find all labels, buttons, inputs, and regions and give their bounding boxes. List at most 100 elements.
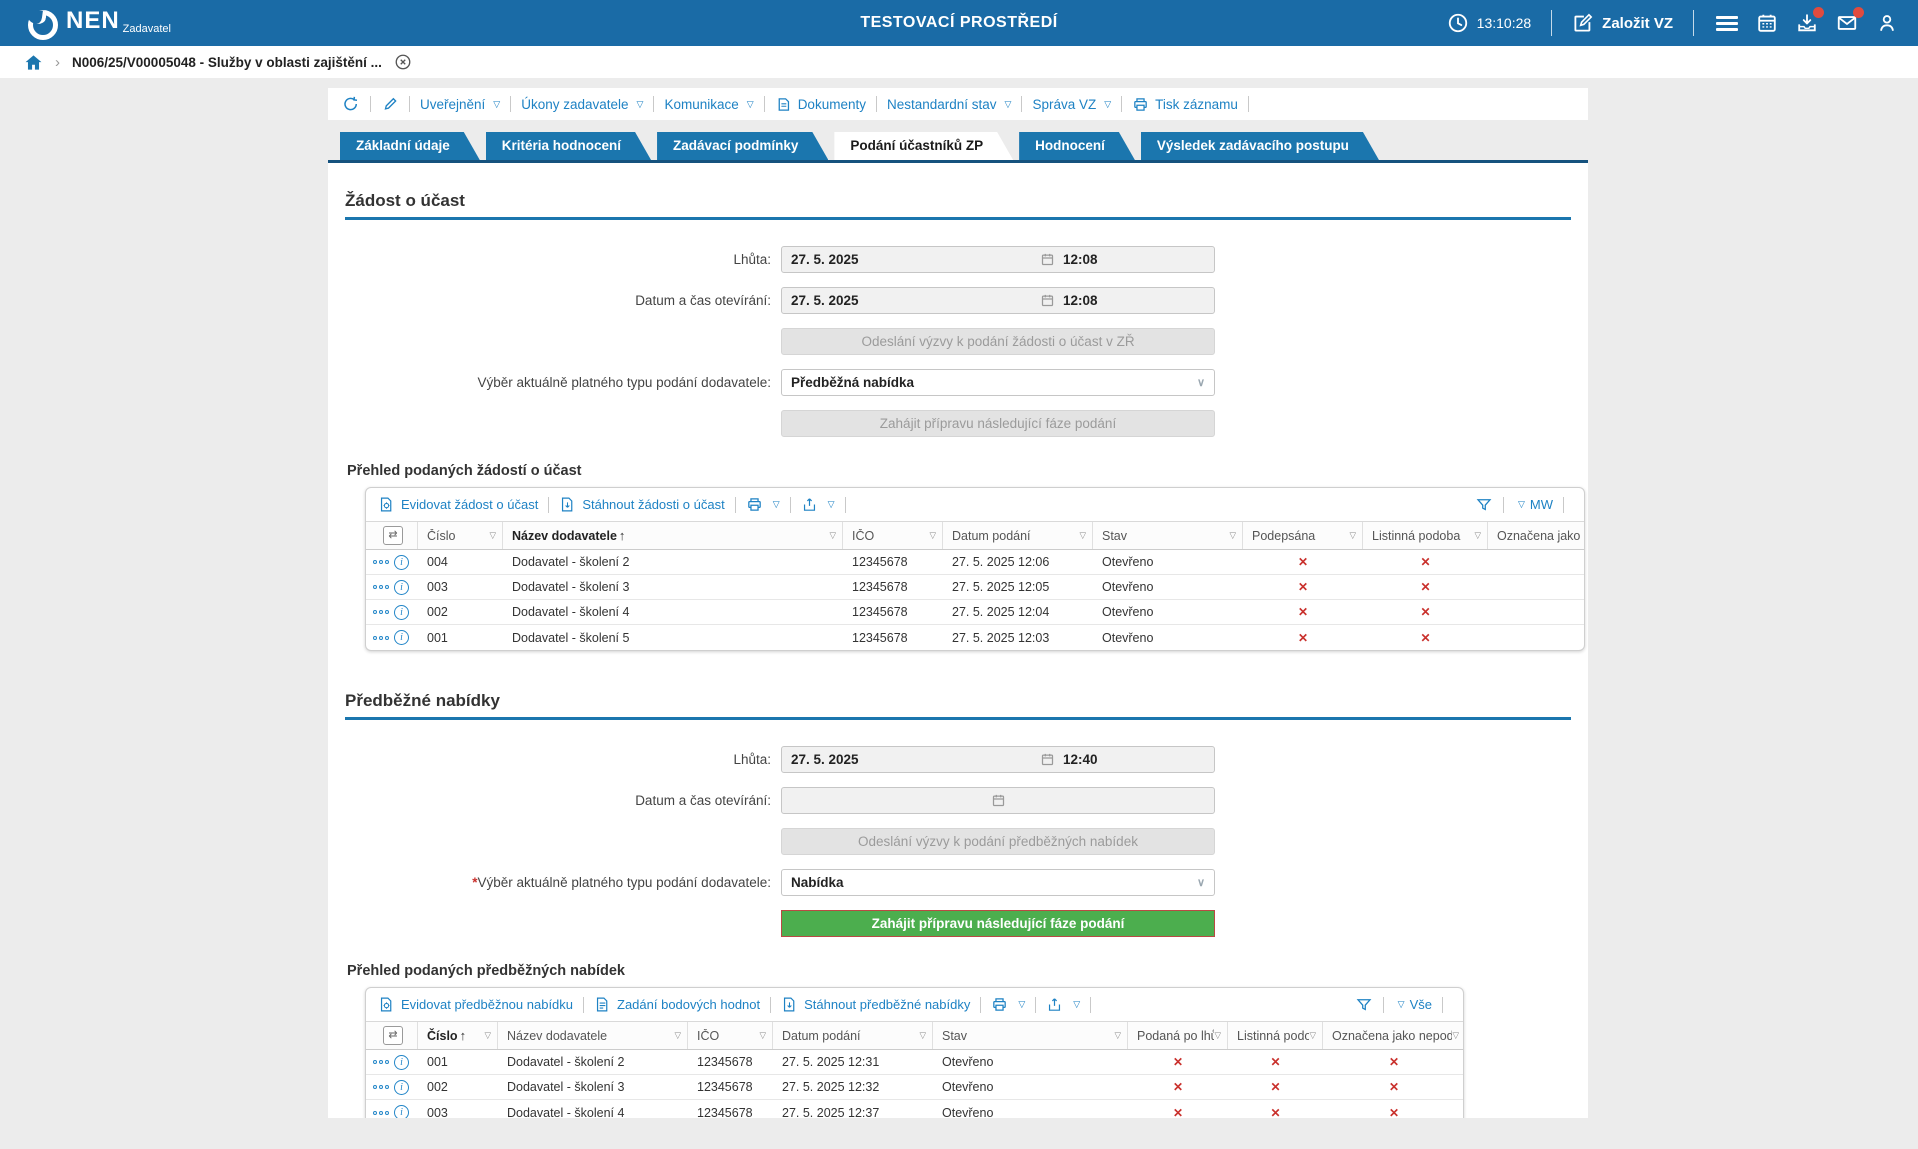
col-ico[interactable]: IČO▽ (688, 1022, 773, 1049)
column-filter-icon[interactable]: ▽ (919, 1030, 926, 1041)
inbox-button[interactable] (1794, 10, 1820, 36)
home-icon[interactable] (24, 53, 43, 72)
column-filter-icon[interactable]: ▽ (1452, 1030, 1459, 1041)
info-icon[interactable]: i (394, 1080, 409, 1095)
menu-ukony-zadavatele[interactable]: Úkony zadavatele▽ (521, 97, 643, 112)
stahnout-zadosti-button[interactable]: Stáhnout žádosti o účast (559, 496, 724, 513)
col-datum[interactable]: Datum podání▽ (943, 522, 1093, 549)
col-cislo[interactable]: Číslo↑▽ (418, 1022, 498, 1049)
edit-record-icon[interactable] (381, 95, 399, 113)
table-row[interactable]: i 002 Dodavatel - školení 3 12345678 27.… (366, 1075, 1463, 1100)
menu-tisk-zaznamu[interactable]: Tisk záznamu (1132, 96, 1238, 113)
menu-button[interactable] (1714, 10, 1740, 36)
table-row[interactable]: i 003 Dodavatel - školení 4 12345678 27.… (366, 1100, 1463, 1118)
refresh-icon[interactable] (342, 95, 360, 113)
send-request-button[interactable]: Odeslání výzvy k podání předběžných nabí… (781, 828, 1215, 855)
col-datum[interactable]: Datum podání▽ (773, 1022, 933, 1049)
row-menu-icon[interactable] (373, 560, 389, 564)
column-filter-icon[interactable]: ▽ (1079, 530, 1086, 541)
column-filter-icon[interactable]: ▽ (484, 1030, 491, 1041)
col-listinna[interactable]: Listinná podoba▽ (1228, 1022, 1323, 1049)
submission-type-select[interactable]: Předběžná nabídka ∨ (781, 369, 1215, 396)
column-filter-icon[interactable]: ▽ (929, 530, 936, 541)
filter-icon[interactable] (1355, 996, 1373, 1014)
col-stav[interactable]: Stav▽ (933, 1022, 1128, 1049)
create-vz-button[interactable]: Založit VZ (1572, 12, 1673, 34)
export-table-button[interactable]: ▽ (801, 496, 835, 513)
tab-hodnoceni[interactable]: Hodnocení (1019, 132, 1135, 160)
chevron-down-icon[interactable]: ▽ (1398, 999, 1405, 1010)
view-selector[interactable]: Vše (1410, 997, 1432, 1012)
calendar-button[interactable] (1754, 10, 1780, 36)
col-stav[interactable]: Stav▽ (1093, 522, 1243, 549)
col-nazev[interactable]: Název dodavatele▽ (498, 1022, 688, 1049)
col-nazev[interactable]: Název dodavatele↑▽ (503, 522, 843, 549)
table-row[interactable]: i 001 Dodavatel - školení 2 12345678 27.… (366, 1050, 1463, 1075)
column-filter-icon[interactable]: ▽ (1229, 530, 1236, 541)
row-menu-icon[interactable] (373, 1085, 389, 1089)
oteviranidatum-field[interactable] (781, 787, 1215, 814)
col-oznacena[interactable]: Označena jako nepodaná (1488, 522, 1585, 549)
row-menu-icon[interactable] (373, 610, 389, 614)
view-selector[interactable]: MW (1530, 497, 1553, 512)
row-menu-icon[interactable] (373, 636, 389, 640)
start-next-phase-button[interactable]: Zahájit přípravu následující fáze podání (781, 910, 1215, 937)
table-row[interactable]: i 002 Dodavatel - školení 4 12345678 27.… (366, 600, 1584, 625)
col-oznacena[interactable]: Označena jako nepodaná▽ (1323, 1022, 1464, 1049)
info-icon[interactable]: i (394, 555, 409, 570)
row-menu-icon[interactable] (373, 1111, 389, 1115)
tab-podani-ucastniku[interactable]: Podání účastníků ZP (834, 132, 1013, 160)
table-row[interactable]: i 004 Dodavatel - školení 2 12345678 27.… (366, 550, 1584, 575)
user-button[interactable] (1874, 10, 1900, 36)
row-menu-icon[interactable] (373, 1060, 389, 1064)
table-row[interactable]: i 001 Dodavatel - školení 5 12345678 27.… (366, 625, 1584, 650)
column-filter-icon[interactable]: ▽ (674, 1030, 681, 1041)
tab-kriteria-hodnoceni[interactable]: Kritéria hodnocení (486, 132, 651, 160)
col-ico[interactable]: IČO▽ (843, 522, 943, 549)
print-table-button[interactable]: ▽ (991, 996, 1025, 1013)
close-tab-icon[interactable] (394, 53, 412, 71)
grid-settings-icon[interactable]: ⇄ (383, 1026, 403, 1045)
send-request-button[interactable]: Odeslání výzvy k podání žádosti o účast … (781, 328, 1215, 355)
menu-uverejneni[interactable]: Uveřejnění▽ (420, 97, 500, 112)
menu-komunikace[interactable]: Komunikace▽ (664, 97, 753, 112)
submission-type-select[interactable]: Nabídka ∨ (781, 869, 1215, 896)
col-cislo[interactable]: Číslo▽ (418, 522, 503, 549)
menu-sprava-vz[interactable]: Správa VZ▽ (1032, 97, 1111, 112)
oteviranidatum-field[interactable]: 27. 5. 2025 12:08 (781, 287, 1215, 314)
evidovat-zadost-button[interactable]: Evidovat žádost o účast (378, 496, 538, 513)
info-icon[interactable]: i (394, 630, 409, 645)
zadani-bodovych-hodnot-button[interactable]: Zadání bodových hodnot (594, 996, 760, 1013)
row-menu-icon[interactable] (373, 585, 389, 589)
filter-icon[interactable] (1475, 496, 1493, 514)
lhuta-datetime-field[interactable]: 27. 5. 2025 12:40 (781, 746, 1215, 773)
column-filter-icon[interactable]: ▽ (1474, 530, 1481, 541)
breadcrumb-item[interactable]: N006/25/V00005048 - Služby v oblasti zaj… (72, 55, 382, 70)
col-podepsana[interactable]: Podepsána▽ (1243, 522, 1363, 549)
grid-settings-icon[interactable]: ⇄ (383, 526, 403, 545)
evidovat-nabidku-button[interactable]: Evidovat předběžnou nabídku (378, 996, 573, 1013)
info-icon[interactable]: i (394, 605, 409, 620)
column-filter-icon[interactable]: ▽ (1309, 1030, 1316, 1041)
col-podana-po-lhute[interactable]: Podaná po lhůtě▽ (1128, 1022, 1228, 1049)
menu-nestandardni-stav[interactable]: Nestandardní stav▽ (887, 97, 1011, 112)
export-table-button[interactable]: ▽ (1046, 996, 1080, 1013)
tab-zadavaci-podminky[interactable]: Zadávací podmínky (657, 132, 828, 160)
nen-logo[interactable]: NEN Zadavatel (28, 6, 171, 40)
column-filter-icon[interactable]: ▽ (1114, 1030, 1121, 1041)
table-row[interactable]: i 003 Dodavatel - školení 3 12345678 27.… (366, 575, 1584, 600)
print-table-button[interactable]: ▽ (746, 496, 780, 513)
stahnout-nabidky-button[interactable]: Stáhnout předběžné nabídky (781, 996, 970, 1013)
start-next-phase-button[interactable]: Zahájit přípravu následující fáze podání (781, 410, 1215, 437)
column-filter-icon[interactable]: ▽ (1349, 530, 1356, 541)
tab-vysledek[interactable]: Výsledek zadávacího postupu (1141, 132, 1379, 160)
messages-button[interactable] (1834, 10, 1860, 36)
column-filter-icon[interactable]: ▽ (1214, 1030, 1221, 1041)
menu-dokumenty[interactable]: Dokumenty (775, 96, 866, 113)
info-icon[interactable]: i (394, 1105, 409, 1118)
column-filter-icon[interactable]: ▽ (489, 530, 496, 541)
lhuta-datetime-field[interactable]: 27. 5. 2025 12:08 (781, 246, 1215, 273)
column-filter-icon[interactable]: ▽ (829, 530, 836, 541)
col-listinna[interactable]: Listinná podoba▽ (1363, 522, 1488, 549)
tab-zakladni-udaje[interactable]: Základní údaje (340, 132, 480, 160)
